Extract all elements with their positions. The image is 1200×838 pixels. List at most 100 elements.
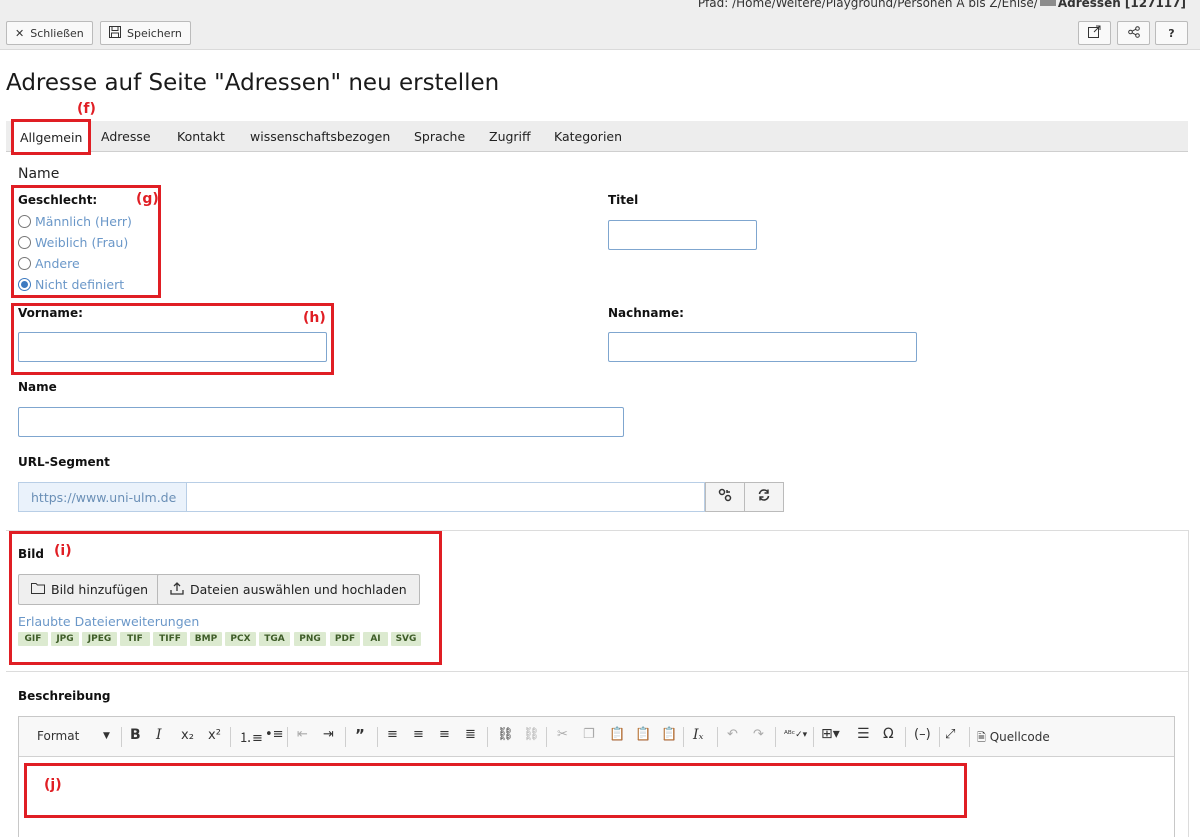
spellcheck-icon[interactable]: ᴬᴮᶜ✓▾: [784, 730, 807, 740]
horizontal-line-icon[interactable]: ☰: [857, 726, 870, 742]
help-icon: ?: [1168, 26, 1175, 40]
paste-text-icon[interactable]: 📋: [635, 727, 651, 742]
toolbar-separator: [717, 727, 718, 747]
annotation-box-h: [11, 303, 334, 375]
refresh-icon: [757, 488, 771, 506]
toolbar-separator: [230, 727, 231, 747]
annotation-label-h: (h): [303, 310, 326, 326]
share-button[interactable]: [1117, 21, 1150, 45]
nachname-input[interactable]: [608, 332, 917, 362]
tab-kategorien[interactable]: Kategorien: [554, 129, 622, 144]
subscript-icon[interactable]: x₂: [181, 728, 194, 743]
external-link-icon: [1088, 25, 1101, 41]
redo-icon[interactable]: ↷: [753, 727, 764, 742]
url-segment-label: URL-Segment: [18, 455, 110, 469]
breadcrumb-path: Pfad: /Home/Weitere/Playground/Personen …: [698, 0, 1186, 10]
page-icon: [1039, 0, 1056, 6]
numbered-list-icon[interactable]: ⒈≡: [239, 727, 263, 746]
section-title-name: Name: [18, 166, 60, 182]
page-title: Adresse auf Seite "Adressen" neu erstell…: [6, 70, 500, 96]
module-docheader: Pfad: /Home/Weitere/Playground/Personen …: [0, 0, 1200, 50]
outdent-icon[interactable]: ⇤: [297, 727, 308, 742]
section-divider: [6, 671, 1188, 672]
justify-icon[interactable]: ≣: [465, 727, 476, 742]
name-input[interactable]: [18, 407, 624, 437]
annotation-label-g: (g): [136, 191, 159, 207]
tab-kontakt[interactable]: Kontakt: [177, 129, 225, 144]
blockquote-icon[interactable]: ”: [355, 726, 365, 744]
link-icon[interactable]: ⛓: [497, 727, 514, 742]
annotation-label-f: (f): [77, 101, 96, 117]
align-left-icon[interactable]: ≡: [387, 727, 398, 742]
unlink-icon: [718, 488, 732, 506]
superscript-icon[interactable]: x²: [208, 728, 221, 743]
panel-border: [1188, 530, 1189, 837]
toolbar-separator: [939, 727, 940, 747]
format-dropdown[interactable]: Format: [37, 729, 79, 743]
editor-toolbar: Format ▼ B I x₂ x² ⒈≡ •≡ ⇤ ⇥ ” ≡ ≡ ≡ ≣ ⛓…: [19, 717, 1174, 757]
tab-adresse[interactable]: Adresse: [101, 129, 151, 144]
close-button[interactable]: ✕ Schließen: [6, 21, 93, 45]
bold-icon[interactable]: B: [130, 727, 141, 743]
nachname-label: Nachname:: [608, 306, 684, 320]
toolbar-separator: [287, 727, 288, 747]
annotation-box-f: [11, 119, 91, 155]
share-icon: [1127, 25, 1140, 41]
toolbar-separator: [775, 727, 776, 747]
chevron-down-icon[interactable]: ▼: [103, 731, 110, 741]
annotation-box-j: [24, 763, 967, 818]
path-prefix: Pfad: /Home/Weitere/Playground/Personen …: [697, 0, 1038, 10]
toolbar-separator: [377, 727, 378, 747]
indent-icon[interactable]: ⇥: [323, 727, 334, 742]
maximize-icon[interactable]: ⤢: [945, 727, 955, 742]
toolbar-separator: [546, 727, 547, 747]
close-button-label: Schließen: [30, 26, 84, 40]
align-center-icon[interactable]: ≡: [413, 727, 424, 742]
toolbar-separator: [345, 727, 346, 747]
save-button-label: Speichern: [127, 26, 182, 40]
table-icon[interactable]: ⊞▾: [821, 726, 840, 742]
toolbar-separator: [905, 727, 906, 747]
source-code-label: Quellcode: [989, 730, 1050, 744]
toolbar-separator: [683, 727, 684, 747]
annotation-label-i: (i): [54, 543, 72, 559]
align-right-icon[interactable]: ≡: [439, 727, 450, 742]
toolbar-separator: [813, 727, 814, 747]
undo-icon[interactable]: ↶: [727, 727, 738, 742]
tab-wissenschaftsbezogen[interactable]: wissenschaftsbezogen: [250, 129, 390, 144]
copy-icon[interactable]: ❐: [583, 727, 595, 742]
url-prefix: https://www.uni-ulm.de: [18, 482, 186, 512]
name-label: Name: [18, 380, 57, 394]
italic-icon[interactable]: I: [156, 727, 162, 743]
titel-label: Titel: [608, 193, 639, 207]
paste-icon[interactable]: 📋: [609, 727, 625, 742]
paste-word-icon[interactable]: 📋: [661, 727, 677, 742]
tab-bar: Allgemein Adresse Kontakt wissenschaftsb…: [6, 121, 1188, 152]
remove-format-icon[interactable]: Iₓ: [693, 727, 704, 743]
soft-hyphen-icon[interactable]: (–): [914, 727, 931, 742]
floppy-disk-icon: [109, 25, 121, 41]
unlink-icon[interactable]: ⛓: [523, 727, 540, 742]
tab-zugriff[interactable]: Zugriff: [489, 129, 531, 144]
source-file-icon: 🗎: [977, 731, 986, 744]
recalculate-url-button[interactable]: [744, 482, 784, 512]
bulleted-list-icon[interactable]: •≡: [265, 727, 284, 742]
close-icon: ✕: [15, 26, 25, 40]
titel-input[interactable]: [608, 220, 757, 250]
format-label: Format: [37, 729, 80, 743]
cut-icon[interactable]: ✂: [557, 727, 568, 742]
toolbar-separator: [121, 727, 122, 747]
toggle-edit-url-button[interactable]: [705, 482, 745, 512]
toolbar-separator: [487, 727, 488, 747]
annotation-box-i: [9, 531, 442, 665]
toolbar-separator: [969, 727, 970, 747]
beschreibung-label: Beschreibung: [18, 689, 111, 703]
help-button[interactable]: ?: [1155, 21, 1188, 45]
special-char-icon[interactable]: Ω: [883, 726, 894, 742]
tab-sprache[interactable]: Sprache: [414, 129, 465, 144]
url-segment-input[interactable]: [186, 482, 705, 512]
annotation-label-j: (j): [44, 777, 62, 793]
save-button[interactable]: Speichern: [100, 21, 191, 45]
source-code-button[interactable]: 🗎 Quellcode: [977, 729, 1050, 748]
open-new-window-button[interactable]: [1078, 21, 1111, 45]
